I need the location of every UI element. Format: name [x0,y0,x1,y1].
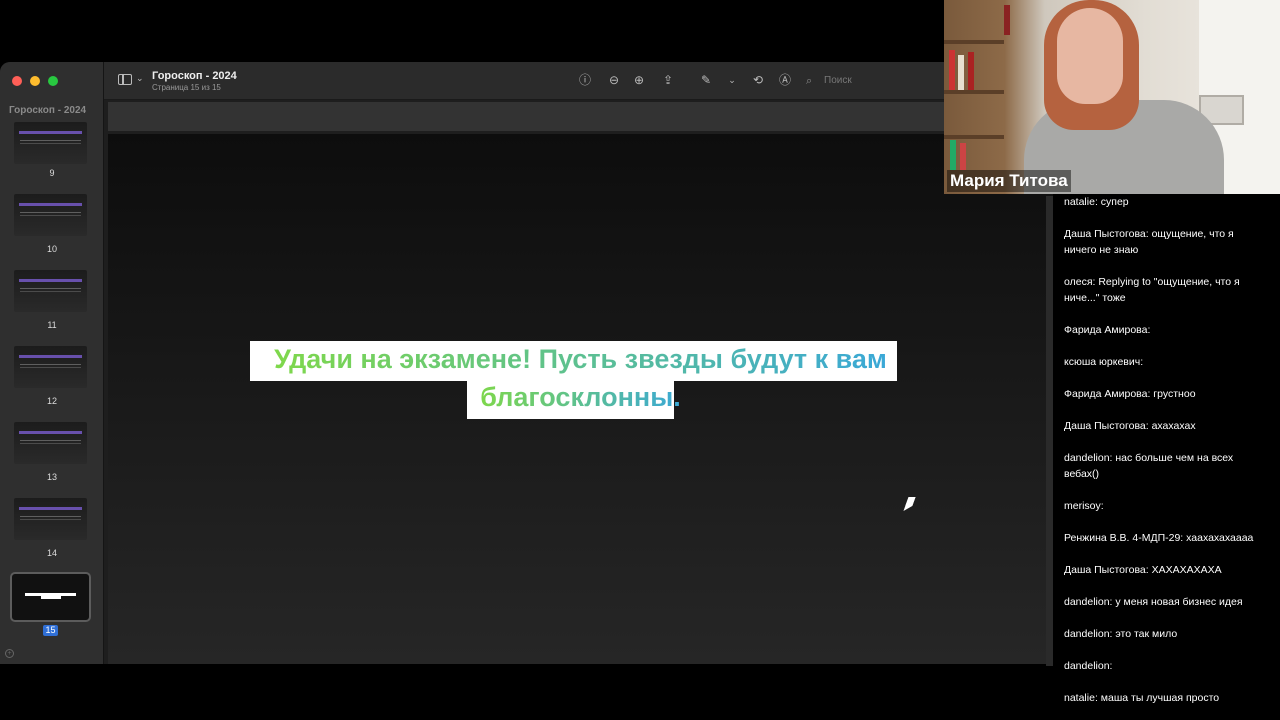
search-icon: ⌕ [806,75,813,87]
zoom-out-icon[interactable]: ⊖ [607,73,621,87]
chevron-down-icon[interactable]: ⌄ [725,73,739,87]
page-thumbnail-14[interactable] [14,498,87,540]
toolbar: ⌄ Гороскоп - 2024 Страница 15 из 15 ⓘ ⊖ … [104,62,1053,100]
share-icon[interactable]: ⇪ [661,73,675,87]
page-thumbnail-12[interactable] [14,346,87,388]
search-field[interactable]: ⌕ Поиск [804,72,944,90]
chevron-down-icon[interactable]: ⌄ [136,73,144,84]
sidebar-toggle-icon[interactable] [118,74,132,85]
chat-message: Фарида Амирова: грустноо [1064,388,1196,400]
chat-message: Даша Пыстогова: ХАХАХАХАХА [1064,564,1222,576]
annotation-bar [108,102,1053,131]
window-controls [12,76,58,86]
page-thumbnail-9[interactable] [14,122,87,164]
page-thumbnail-11[interactable] [14,270,87,312]
page-number-label: 13 [46,472,57,482]
chat-message: merisoy: [1064,500,1104,512]
preview-window: Гороскоп - 2024 9 10 11 12 13 14 15 + ⌄ … [0,62,1053,664]
info-icon[interactable]: ⓘ [578,73,592,87]
chat-panel: natalie: супер Даша Пыстогова: ощущение,… [1054,194,1280,720]
chat-message: ксюша юркевич: [1064,356,1144,368]
page-thumbnail-10[interactable] [14,194,87,236]
page-number-label: 12 [46,396,57,406]
chat-message: олеся: Replying to "ощущение, что я ниче… [1064,276,1240,304]
chat-message: dandelion: это так мило [1064,628,1178,640]
add-page-icon[interactable]: + [5,649,14,658]
chat-message: Ренжина В.В. 4-МДП-29: хаахахахаааа [1064,532,1254,544]
participant-face [1057,8,1123,104]
slide-line-2: благосклонны. [477,381,684,413]
zoom-window-button[interactable] [48,76,58,86]
markup-circle-icon[interactable]: Ⓐ [778,73,792,87]
chat-message: dandelion: [1064,660,1113,672]
participant-name: Мария Титова [947,170,1071,192]
chat-message: dandelion: нас больше чем на всех вебах(… [1064,452,1234,480]
chat-scrollbar[interactable] [1046,196,1053,666]
page-number-label: 14 [46,548,57,558]
chat-message: Даша Пыстогова: ощущение, что я ничего н… [1064,228,1234,256]
chat-message: dandelion: у меня новая бизнес идея [1064,596,1243,608]
page-number-label: 9 [49,168,55,178]
close-window-button[interactable] [12,76,22,86]
markup-pen-icon[interactable]: ✎ [699,73,713,87]
sidebar-title: Гороскоп - 2024 [9,105,87,116]
chat-message: Фарида Амирова: [1064,324,1151,336]
page-thumbnail-15-selected[interactable] [10,572,91,622]
participant-video: Мария Титова [944,0,1280,194]
thumbnail-sidebar: Гороскоп - 2024 9 10 11 12 13 14 15 + [0,62,104,664]
document-title: Гороскоп - 2024 [152,70,237,82]
slide-line-1: Удачи на экзамене! Пусть звезды будут к … [271,343,890,375]
chat-message: natalie: маша ты лучшая просто [1064,692,1220,704]
slide-text: Удачи на экзамене! Пусть звезды будут к … [108,340,1053,416]
slide-canvas: Удачи на экзамене! Пусть звезды будут к … [108,134,1053,664]
chat-message: Даша Пыстогова: ахахахах [1064,420,1196,432]
page-number-label: 10 [46,244,57,254]
zoom-in-icon[interactable]: ⊕ [632,73,646,87]
search-placeholder: Поиск [824,75,852,86]
rotate-icon[interactable]: ⟲ [751,73,765,87]
current-page-badge: 15 [43,625,58,636]
minimize-window-button[interactable] [30,76,40,86]
page-thumbnail-13[interactable] [14,422,87,464]
page-indicator: Страница 15 из 15 [152,83,221,92]
page-number-label: 11 [47,320,57,330]
chat-message: natalie: супер [1064,196,1129,208]
